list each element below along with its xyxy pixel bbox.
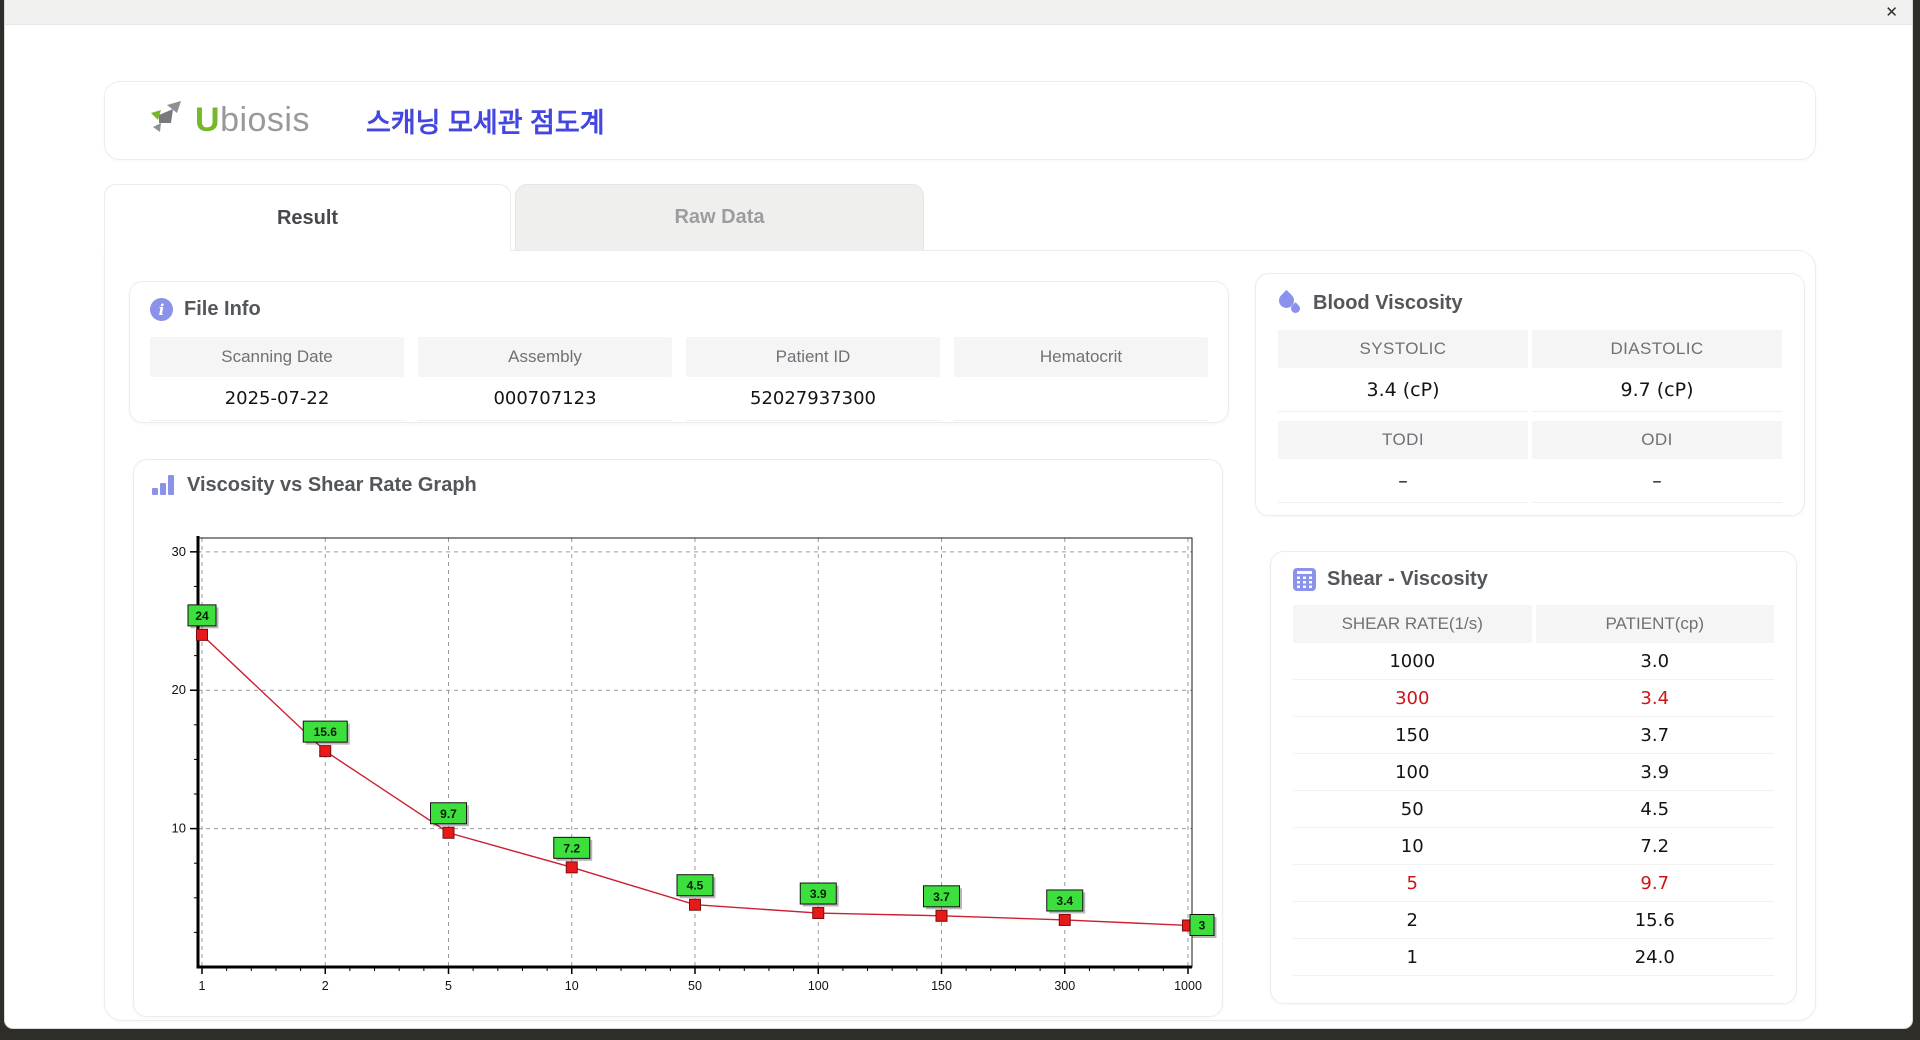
header-card: Ubiosis 스캐닝 모세관 점도계	[104, 81, 1816, 160]
shear-viscosity-title: Shear - Viscosity	[1327, 568, 1488, 590]
bar-chart-icon	[152, 474, 176, 497]
field-assembly: Assembly 000707123	[418, 337, 672, 421]
blood-viscosity-title: Blood Viscosity	[1313, 291, 1463, 314]
table-row: 150 3.7	[1293, 717, 1774, 754]
title-bar: ✕	[5, 0, 1912, 25]
svg-text:20: 20	[172, 682, 186, 697]
field-label: Assembly	[418, 337, 672, 377]
svg-text:50: 50	[688, 979, 702, 993]
droplets-icon	[1275, 289, 1302, 316]
diastolic-header: DIASTOLIC	[1532, 330, 1782, 368]
odi-value: –	[1532, 459, 1782, 503]
field-label: Scanning Date	[150, 337, 404, 377]
table-row: 1 24.0	[1293, 939, 1774, 976]
svg-text:10: 10	[565, 979, 579, 993]
close-icon[interactable]: ✕	[1885, 5, 1898, 20]
field-scanning-date: Scanning Date 2025-07-22	[150, 337, 404, 421]
svg-text:300: 300	[1054, 979, 1075, 993]
viscosity-chart-svg: 10 20 30 1 2 5 10 50 100 150 300 1000 24 15.6 9.7 7.2 4.…	[172, 536, 1217, 993]
todi-header: TODI	[1278, 421, 1528, 459]
svg-text:1: 1	[199, 979, 206, 993]
field-hematocrit: Hematocrit	[954, 337, 1208, 421]
field-value: 000707123	[418, 377, 672, 421]
svg-text:3.7: 3.7	[933, 890, 950, 904]
shear-viscosity-table: SHEAR RATE(1/s) PATIENT(cp) 1000 3.0 300 3…	[1293, 605, 1774, 976]
tab-result[interactable]: Result	[104, 184, 511, 251]
table-row: 50 4.5	[1293, 791, 1774, 828]
svg-text:3.4: 3.4	[1056, 894, 1073, 908]
viscosity-chart: 10 20 30 1 2 5 10 50 100 150 300 1000 24 15.6 9.7 7.2 4.…	[134, 522, 1223, 1016]
svg-text:24: 24	[195, 609, 209, 623]
svg-text:7.2: 7.2	[563, 841, 580, 855]
svg-text:5: 5	[445, 979, 452, 993]
svg-text:1000: 1000	[1174, 979, 1202, 993]
shear-viscosity-card: Shear - Viscosity SHEAR RATE(1/s) PATIEN…	[1270, 551, 1797, 1004]
table-row: 300 3.4	[1293, 680, 1774, 717]
todi-value: –	[1278, 459, 1528, 503]
field-value	[954, 377, 1208, 421]
svg-text:30: 30	[172, 544, 186, 559]
table-row: 2 15.6	[1293, 902, 1774, 939]
field-label: Hematocrit	[954, 337, 1208, 377]
svg-text:10: 10	[172, 821, 186, 836]
table-row: 100 3.9	[1293, 754, 1774, 791]
svg-text:2: 2	[322, 979, 329, 993]
field-value: 2025-07-22	[150, 377, 404, 421]
field-value: 52027937300	[686, 377, 940, 421]
odi-header: ODI	[1532, 421, 1782, 459]
info-icon: i	[150, 298, 173, 321]
svg-text:4.5: 4.5	[687, 879, 704, 893]
shear-rate-column-header: SHEAR RATE(1/s)	[1293, 605, 1532, 643]
field-label: Patient ID	[686, 337, 940, 377]
leaf-logo-icon	[151, 100, 181, 132]
svg-text:9.7: 9.7	[440, 807, 457, 821]
field-patient-id: Patient ID 52027937300	[686, 337, 940, 421]
app-window: ✕ Ubiosis 스캐닝 모세관 점도계 Result Raw Data i …	[5, 0, 1912, 1028]
table-row: 1000 3.0	[1293, 643, 1774, 680]
file-info-title: File Info	[184, 298, 261, 320]
result-panel: i File Info Scanning Date 2025-07-22 Ass…	[104, 250, 1816, 1021]
ubiosis-logo: Ubiosis	[147, 99, 310, 143]
tab-raw-data[interactable]: Raw Data	[515, 184, 924, 250]
diastolic-value: 9.7 (cP)	[1532, 368, 1782, 412]
systolic-value: 3.4 (cP)	[1278, 368, 1528, 412]
app-title: 스캐닝 모세관 점도계	[366, 108, 605, 138]
viscosity-graph-card: Viscosity vs Shear Rate Graph 10 20 30 1 2 5 1…	[133, 459, 1223, 1017]
svg-text:15.6: 15.6	[314, 725, 338, 739]
table-row: 5 9.7	[1293, 865, 1774, 902]
calculator-icon	[1293, 568, 1316, 591]
file-info-card: i File Info Scanning Date 2025-07-22 Ass…	[129, 281, 1229, 423]
svg-text:150: 150	[931, 979, 952, 993]
blood-viscosity-card: Blood Viscosity SYSTOLIC DIASTOLIC 3.4 (…	[1255, 273, 1805, 516]
systolic-header: SYSTOLIC	[1278, 330, 1528, 368]
logo-text: Ubiosis	[195, 101, 310, 139]
svg-text:100: 100	[808, 979, 829, 993]
graph-title: Viscosity vs Shear Rate Graph	[187, 474, 477, 496]
svg-text:3.9: 3.9	[810, 887, 827, 901]
table-row: 10 7.2	[1293, 828, 1774, 865]
svg-text:3: 3	[1199, 918, 1206, 932]
patient-column-header: PATIENT(cp)	[1535, 605, 1774, 643]
